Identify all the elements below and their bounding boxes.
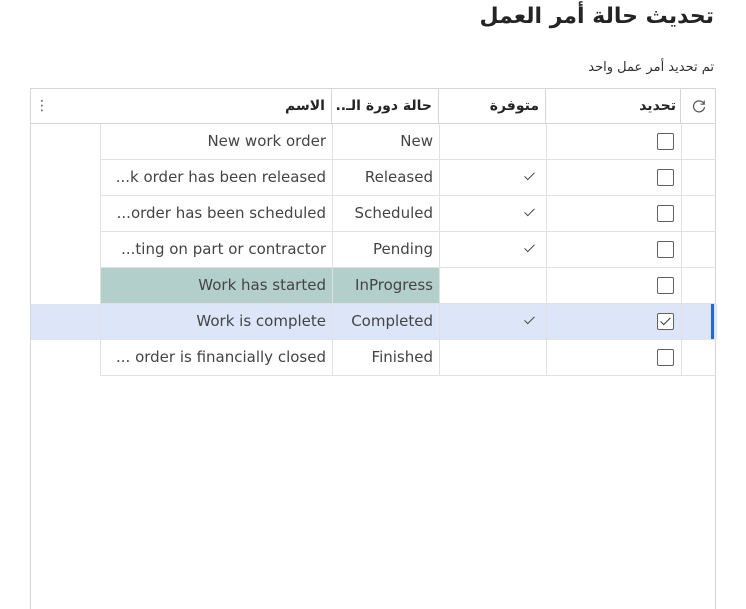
table-row[interactable]: Work is complete Completed [31,304,717,340]
update-checkbox[interactable] [657,205,674,222]
cell-lifecycle-state: Finished [332,340,439,376]
page-title: تحديث حالة أمر العمل [479,4,714,29]
cell-name: ... order is financially closed [100,340,332,376]
available-check-icon [523,304,537,339]
cell-name: ...ting on part or contractor [100,232,332,268]
column-header-available[interactable]: متوفرة [439,89,546,123]
cell-update [546,196,681,232]
column-header-lifecycle-state[interactable]: حالة دورة الـ.. [332,89,439,123]
cell-update [546,340,681,376]
cell-update [546,304,681,340]
refresh-icon[interactable] [681,89,716,123]
available-check-icon [523,196,537,231]
cell-name: Work has started [100,268,332,304]
grid-header: ⋮ الاسم حالة دورة الـ.. متوفرة تحديد [31,89,715,124]
cell-name: ...order has been scheduled [100,196,332,232]
column-header-name[interactable]: الاسم [100,89,332,123]
column-header-update[interactable]: تحديد [546,89,681,123]
cell-update [546,160,681,196]
update-checkbox[interactable] [657,133,674,150]
cell-name: New work order [100,124,332,160]
cell-available [439,232,546,268]
cell-available [439,340,546,376]
update-checkbox[interactable] [657,277,674,294]
update-checkbox[interactable] [657,349,674,366]
row-selector[interactable] [681,232,716,268]
more-options-icon[interactable]: ⋮ [31,89,53,123]
row-selector[interactable] [681,196,716,232]
row-selector[interactable] [681,160,716,196]
cell-available [439,160,546,196]
work-order-state-grid: ⋮ الاسم حالة دورة الـ.. متوفرة تحديد New… [30,88,717,609]
cell-lifecycle-state: InProgress [332,268,439,304]
cell-available [439,196,546,232]
cell-update [546,232,681,268]
table-row[interactable]: ...order has been scheduled Scheduled [31,196,716,232]
row-selector[interactable] [681,124,716,160]
column-header-update-label: تحديد [639,98,676,114]
available-check-icon [523,160,537,195]
cell-lifecycle-state: Scheduled [332,196,439,232]
table-row[interactable]: ...k order has been released Released [31,160,716,196]
update-checkbox[interactable] [657,169,674,186]
table-row[interactable]: ... order is financially closed Finished [31,340,716,376]
cell-update [546,124,681,160]
table-row[interactable]: ...ting on part or contractor Pending [31,232,716,268]
column-header-available-label: متوفرة [489,98,539,114]
cell-lifecycle-state: Released [332,160,439,196]
cell-available [439,304,546,340]
update-checkbox[interactable] [657,241,674,258]
cell-available [439,124,546,160]
table-row[interactable]: New work order New [31,124,716,160]
selection-summary: تم تحديد أمر عمل واحد [588,60,714,75]
cell-lifecycle-state: Completed [332,304,439,340]
cell-name: Work is complete [100,304,332,340]
cell-lifecycle-state: New [332,124,439,160]
column-header-lifecycle-state-label: حالة دورة الـ.. [335,98,432,114]
update-checkbox[interactable] [657,313,674,330]
cell-name: ...k order has been released [100,160,332,196]
column-header-name-label: الاسم [285,98,325,114]
table-row[interactable]: Work has started InProgress [31,268,716,304]
available-check-icon [523,232,537,267]
cell-available [439,268,546,304]
row-selector[interactable] [681,304,716,340]
row-selector[interactable] [681,268,716,304]
row-selector[interactable] [681,340,716,376]
cell-update [546,268,681,304]
cell-lifecycle-state: Pending [332,232,439,268]
